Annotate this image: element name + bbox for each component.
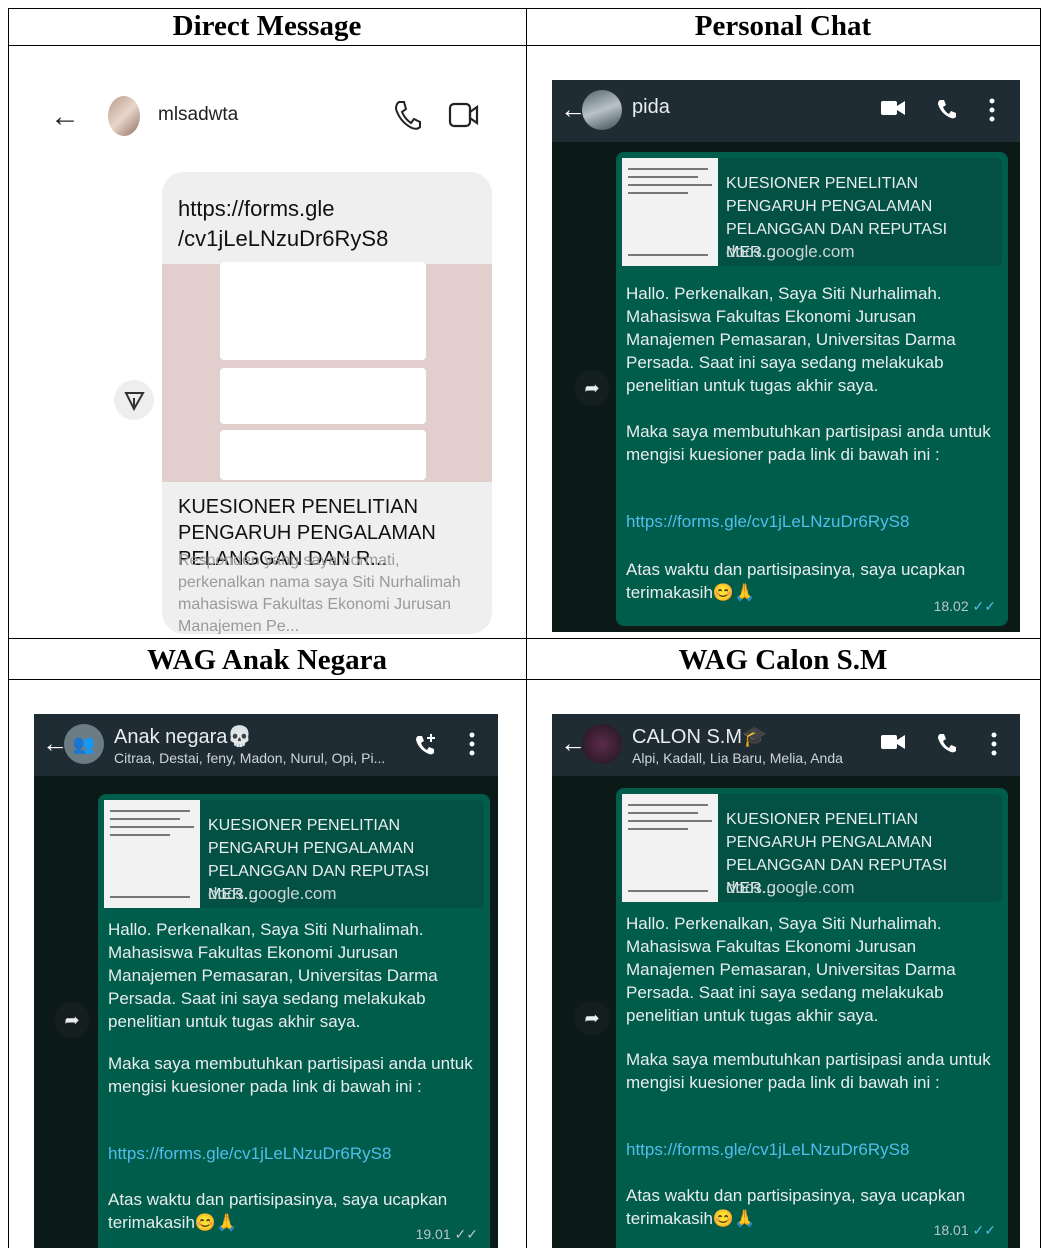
- dm-panel: ← mlsadwta https://forms.gle /cv1jLeLNzu…: [32, 80, 502, 634]
- link-url[interactable]: https://forms.gle /cv1jLeLNzuDr6RyS8: [178, 194, 478, 254]
- header-wag-calon-sm: WAG Calon S.M: [678, 644, 888, 676]
- back-arrow-icon[interactable]: ←: [50, 100, 80, 134]
- forward-icon[interactable]: ➦: [574, 1000, 610, 1036]
- message-bubble[interactable]: KUESIONER PENELITIAN PENGARUH PENGALAMAN…: [616, 788, 1008, 1248]
- message-link[interactable]: https://forms.gle/cv1jLeLNzuDr6RyS8: [626, 512, 909, 532]
- header-personal-chat: Personal Chat: [694, 10, 872, 42]
- link-thumbnail: [622, 158, 718, 266]
- card-description: Responden yang saya hormati, perkenalkan…: [178, 552, 461, 634]
- message-paragraph-1: Hallo. Perkenalkan, Saya Siti Nurhalimah…: [108, 920, 438, 1031]
- link-preview[interactable]: KUESIONER PENELITIAN PENGARUH PENGALAMAN…: [622, 794, 1002, 902]
- link-preview-domain: docs.google.com: [208, 884, 337, 903]
- time-text: 18.01: [933, 1222, 969, 1238]
- message-time: 19.01 ✓✓: [416, 1226, 478, 1243]
- link-thumbnail: [622, 794, 718, 902]
- read-receipt-icon: ✓✓: [972, 598, 996, 614]
- link-preview-domain: docs.google.com: [726, 242, 855, 261]
- group-avatar[interactable]: [582, 724, 622, 764]
- table-border-h2: [8, 638, 1041, 639]
- table-border-h3: [8, 679, 1041, 680]
- send-icon: [124, 392, 145, 412]
- message-paragraph-1: Hallo. Perkenalkan, Saya Siti Nurhalimah…: [626, 914, 956, 1025]
- chat-header: ← pida: [552, 80, 1020, 142]
- link-preview-domain: docs.google.com: [726, 878, 855, 897]
- message-paragraph-1: Hallo. Perkenalkan, Saya Siti Nurhalimah…: [626, 284, 956, 395]
- wa-group-calon-sm: ← CALON S.M🎓 Alpi, Kadall, Lia Baru, Mel…: [552, 714, 1020, 1248]
- message-time: 18.02 ✓✓: [934, 598, 996, 615]
- dm-username[interactable]: mlsadwta: [158, 104, 238, 126]
- chat-name[interactable]: Anak negara💀: [114, 724, 252, 749]
- message-bubble[interactable]: KUESIONER PENELITIAN PENGARUH PENGALAMAN…: [616, 152, 1008, 626]
- header-direct-message: Direct Message: [172, 10, 362, 42]
- chat-name[interactable]: CALON S.M🎓: [632, 724, 767, 749]
- header-wag-anak-negara: WAG Anak Negara: [146, 644, 388, 676]
- share-button[interactable]: [114, 380, 154, 420]
- message-link[interactable]: https://forms.gle/cv1jLeLNzuDr6RyS8: [108, 1144, 391, 1164]
- chat-header: ← 👥 Anak negara💀 Citraa, Destai, feny, M…: [34, 714, 498, 776]
- message-paragraph-2: Maka saya membutuhkan partisipasi anda u…: [626, 422, 991, 464]
- add-call-icon[interactable]: [414, 732, 438, 756]
- video-call-icon[interactable]: [880, 98, 906, 118]
- more-options-icon[interactable]: [988, 98, 996, 122]
- group-members[interactable]: Alpi, Kadall, Lia Baru, Melia, Anda: [632, 750, 843, 766]
- chat-name[interactable]: pida: [632, 96, 670, 119]
- message-paragraph-2: Maka saya membutuhkan partisipasi anda u…: [108, 1054, 473, 1096]
- group-members[interactable]: Citraa, Destai, feny, Madon, Nurul, Opi,…: [114, 750, 385, 766]
- group-avatar[interactable]: 👥: [64, 724, 104, 764]
- time-text: 19.01: [415, 1226, 451, 1242]
- message-time: 18.01 ✓✓: [934, 1222, 996, 1239]
- more-options-icon[interactable]: [990, 732, 998, 756]
- table-border-mid: [526, 8, 527, 1248]
- more-options-icon[interactable]: [468, 732, 476, 756]
- form-preview-image: [162, 262, 492, 482]
- time-text: 18.02: [933, 598, 969, 614]
- message-paragraph-2: Maka saya membutuhkan partisipasi anda u…: [626, 1050, 991, 1092]
- phone-icon[interactable]: [936, 98, 958, 120]
- forward-icon[interactable]: ➦: [574, 370, 610, 406]
- avatar[interactable]: [108, 96, 140, 136]
- link-card[interactable]: https://forms.gle /cv1jLeLNzuDr6RyS8 KUE…: [162, 172, 492, 634]
- read-receipt-icon: ✓✓: [454, 1226, 478, 1242]
- phone-icon[interactable]: [936, 732, 958, 754]
- video-call-icon[interactable]: [448, 100, 480, 130]
- message-link[interactable]: https://forms.gle/cv1jLeLNzuDr6RyS8: [626, 1140, 909, 1160]
- table-border-top: [8, 8, 1041, 9]
- avatar[interactable]: [582, 90, 622, 130]
- table-border-left: [8, 8, 9, 1248]
- link-preview[interactable]: KUESIONER PENELITIAN PENGARUH PENGALAMAN…: [104, 800, 484, 908]
- message-paragraph-3: Atas waktu dan partisipasinya, saya ucap…: [626, 1186, 966, 1228]
- wa-group-anak-negara: ← 👥 Anak negara💀 Citraa, Destai, feny, M…: [34, 714, 498, 1248]
- table-border-h1: [8, 45, 1041, 46]
- wa-personal-chat: ← pida ➦ KUESIONER PENELITIAN PENGARUH P…: [552, 80, 1020, 632]
- message-paragraph-3: Atas waktu dan partisipasinya, saya ucap…: [626, 560, 966, 602]
- forward-icon[interactable]: ➦: [54, 1002, 90, 1038]
- link-preview[interactable]: KUESIONER PENELITIAN PENGARUH PENGALAMAN…: [622, 158, 1002, 266]
- message-paragraph-3: Atas waktu dan partisipasinya, saya ucap…: [108, 1190, 448, 1232]
- chat-header: ← CALON S.M🎓 Alpi, Kadall, Lia Baru, Mel…: [552, 714, 1020, 776]
- video-call-icon[interactable]: [880, 732, 906, 752]
- link-thumbnail: [104, 800, 200, 908]
- read-receipt-icon: ✓✓: [972, 1222, 996, 1238]
- phone-icon[interactable]: [392, 98, 422, 132]
- message-bubble[interactable]: KUESIONER PENELITIAN PENGARUH PENGALAMAN…: [98, 794, 490, 1248]
